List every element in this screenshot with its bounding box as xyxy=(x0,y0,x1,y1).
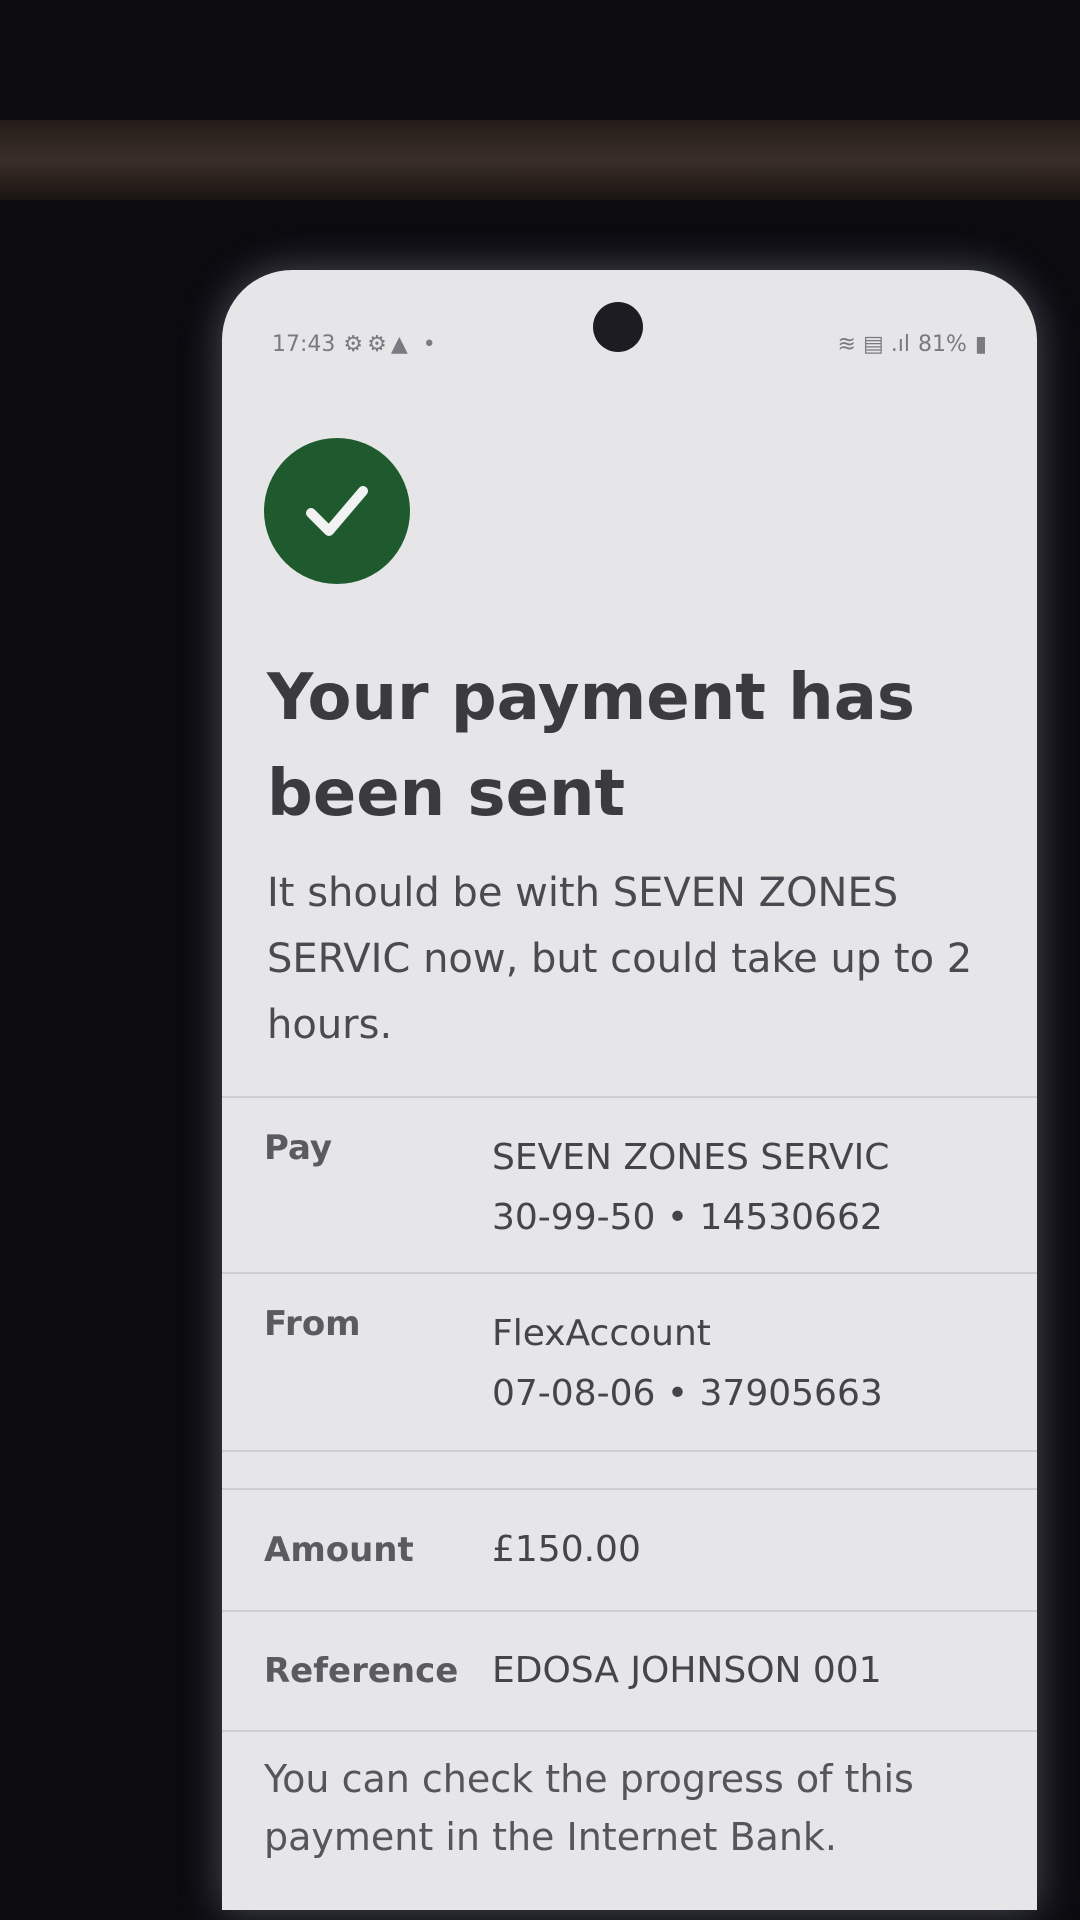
status-bar: 17:43 ⚙⚙▲ • ≋ ▤ .ıl 81% ▮ xyxy=(272,326,987,362)
page-title: Your payment has been sent xyxy=(267,661,915,831)
battery-level: 81% xyxy=(917,331,967,357)
progress-note: You can check the progress of this payme… xyxy=(264,1757,914,1859)
detail-row-pay: Pay SEVEN ZONES SERVIC 30-99-50 • 145306… xyxy=(222,1096,1037,1272)
footer-row: You can check the progress of this payme… xyxy=(222,1730,1037,1866)
from-label: From xyxy=(264,1304,361,1344)
detail-row-amount: Amount £150.00 xyxy=(222,1488,1037,1610)
signal-icons: ≋ ▤ .ıl xyxy=(837,331,910,357)
pay-label: Pay xyxy=(264,1128,333,1168)
payment-details: Pay SEVEN ZONES SERVIC 30-99-50 • 145306… xyxy=(222,1096,1037,1866)
checkmark-icon xyxy=(306,486,368,536)
phone-screen: 17:43 ⚙⚙▲ • ≋ ▤ .ıl 81% ▮ Your payment h… xyxy=(222,270,1037,1910)
from-value: FlexAccount 07-08-06 • 37905663 xyxy=(492,1304,883,1450)
amount-label: Amount xyxy=(264,1530,414,1570)
confirmation-message: It should be with SEVEN ZONES SERVIC now… xyxy=(267,870,973,1048)
detail-row-reference: Reference EDOSA JOHNSON 001 xyxy=(222,1610,1037,1730)
status-right: ≋ ▤ .ıl 81% ▮ xyxy=(838,332,987,357)
detail-row-from: From FlexAccount 07-08-06 • 37905663 xyxy=(222,1272,1037,1450)
status-time: 17:43 xyxy=(272,331,336,357)
pay-value: SEVEN ZONES SERVIC 30-99-50 • 14530662 xyxy=(492,1128,889,1272)
from-account-number: 07-08-06 • 37905663 xyxy=(492,1373,883,1414)
amount-value: £150.00 xyxy=(492,1529,641,1570)
reference-label: Reference xyxy=(264,1651,459,1691)
payee-name: SEVEN ZONES SERVIC xyxy=(492,1137,890,1178)
reference-value: EDOSA JOHNSON 001 xyxy=(492,1650,882,1691)
battery-icon: ▮ xyxy=(974,331,987,357)
from-account-name: FlexAccount xyxy=(492,1313,711,1354)
notification-icons: ⚙⚙▲ • xyxy=(343,331,440,357)
payee-account: 30-99-50 • 14530662 xyxy=(492,1197,883,1238)
status-left: 17:43 ⚙⚙▲ • xyxy=(272,332,440,357)
divider xyxy=(222,1450,1037,1488)
background-strip xyxy=(0,120,1080,200)
success-check-icon xyxy=(264,438,410,584)
